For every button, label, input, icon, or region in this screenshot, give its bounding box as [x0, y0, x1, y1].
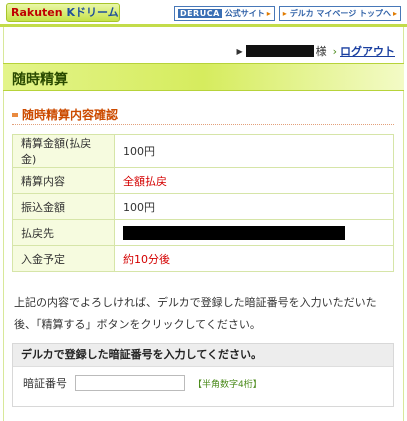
page-title: 随時精算: [12, 72, 68, 88]
user-line: ▶ 様 › ログアウト: [236, 43, 395, 59]
row-label: 振込金額: [12, 193, 115, 220]
bullet-icon: ▶: [236, 46, 243, 56]
rakuten-k-dreams-logo[interactable]: Rakuten Kドリームス: [6, 3, 120, 22]
pin-label: 暗証番号: [23, 377, 67, 390]
page-title-band: 随時精算: [3, 63, 404, 91]
arrow-right-icon: ›: [332, 44, 337, 58]
section-heading-text: 随時精算内容確認: [22, 108, 119, 122]
pin-input[interactable]: [75, 375, 185, 391]
header-links: DERUCA 公式サイト ▸ ▸ デルカ マイページ トップへ ▸: [173, 6, 401, 21]
logout-link[interactable]: ログアウト: [340, 43, 395, 59]
row-label: 精算金額(払戻金): [12, 134, 115, 168]
arrow-right-icon: ▸: [282, 9, 287, 18]
row-label: 入金予定: [12, 245, 115, 272]
row-value: 全額払戻: [114, 167, 394, 194]
table-row: 精算金額(払戻金) 100円: [12, 134, 394, 168]
pin-entry-box: デルカで登録した暗証番号を入力してください。 暗証番号 【半角数字4桁】: [12, 343, 394, 407]
table-row: 精算内容 全額払戻: [12, 167, 394, 194]
row-value: 約10分後: [114, 245, 394, 272]
pin-hint: 【半角数字4桁】: [193, 379, 262, 390]
table-row: 払戻先: [12, 219, 394, 246]
deruca-mypage-link[interactable]: ▸ デルカ マイページ トップへ ▸: [278, 6, 401, 21]
row-value: 100円: [114, 134, 394, 168]
row-label: 精算内容: [12, 167, 115, 194]
arrow-right-icon: ▸: [266, 9, 271, 18]
section-heading: 随時精算内容確認: [12, 104, 394, 125]
logo-brand: Rakuten: [11, 6, 63, 19]
section-marker-icon: [12, 113, 18, 117]
pin-entry-heading: デルカで登録した暗証番号を入力してください。: [13, 344, 393, 367]
deruca-official-site-link[interactable]: DERUCA 公式サイト ▸: [173, 6, 275, 21]
row-label: 払戻先: [12, 219, 115, 246]
arrow-right-icon: ▸: [392, 9, 397, 18]
redacted-account: [123, 225, 345, 240]
table-row: 入金予定 約10分後: [12, 245, 394, 272]
header-divider: [0, 24, 407, 27]
redacted-user-name: [245, 45, 314, 57]
row-value: 100円: [114, 193, 394, 220]
mypage-label: デルカ マイページ トップへ: [289, 9, 391, 18]
site-header: Rakuten Kドリームス DERUCA 公式サイト ▸ ▸ デルカ マイペー…: [0, 0, 407, 27]
table-row: 振込金額 100円: [12, 193, 394, 220]
deruca-logo: DERUCA: [177, 9, 222, 18]
row-value: [114, 219, 394, 246]
settlement-details-table: 精算金額(払戻金) 100円 精算内容 全額払戻 振込金額 100円 払戻先 入…: [12, 134, 394, 272]
logo-sub: Kドリームス: [66, 6, 119, 19]
official-site-label: 公式サイト: [224, 9, 265, 18]
pin-entry-row: 暗証番号 【半角数字4桁】: [23, 375, 262, 391]
honorific: 様: [315, 45, 327, 58]
confirmation-notice: 上記の内容でよろしければ、デルカで登録した暗証番号を入力いただいた後、「精算する…: [14, 296, 377, 331]
